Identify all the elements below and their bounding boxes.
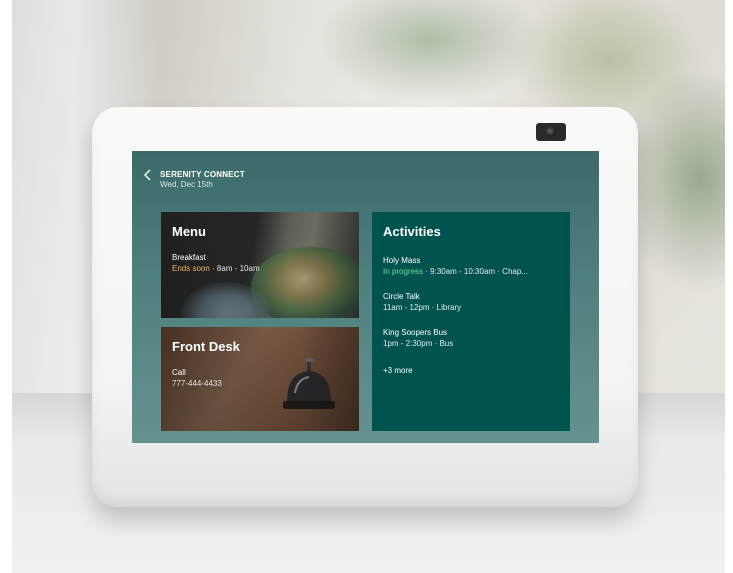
activity-time-place: · 9:30am - 10:30am · Chap... [423, 267, 528, 276]
front-desk-action: Call [172, 368, 186, 377]
front-desk-title: Front Desk [172, 339, 240, 354]
menu-time: · 8am - 10am [209, 264, 260, 273]
activity-item[interactable]: Holy Mass In progress · 9:30am - 10:30am… [383, 256, 528, 276]
activity-name: Holy Mass [383, 256, 421, 265]
activity-item[interactable]: Circle Talk 11am - 12pm · Library [383, 292, 461, 312]
menu-meal-detail: Ends soon · 8am - 10am [172, 264, 260, 273]
image-border-right [725, 0, 733, 573]
more-activities-link[interactable]: +3 more [383, 366, 413, 375]
back-chevron-icon[interactable] [144, 169, 154, 181]
activities-card[interactable]: Activities Holy Mass In progress · 9:30a… [372, 212, 570, 431]
menu-card[interactable]: Menu Breakfast Ends soon · 8am - 10am [161, 212, 359, 318]
menu-status: Ends soon [172, 264, 210, 273]
activity-detail: 11am - 12pm · Library [383, 303, 462, 312]
current-date: Wed, Dec 15th [160, 180, 213, 189]
front-desk-card[interactable]: Front Desk Call 777-444-4433 [161, 327, 359, 431]
camera-lens [546, 127, 556, 137]
camera-icon [536, 123, 566, 141]
activity-detail: 1pm - 2:30pm · Bus [383, 339, 454, 348]
smart-display-device: SERENITY CONNECT Wed, Dec 15th Menu Brea… [92, 107, 638, 513]
activity-status: In progress [383, 267, 424, 276]
activities-title: Activities [383, 224, 441, 239]
screen: SERENITY CONNECT Wed, Dec 15th Menu Brea… [132, 151, 599, 443]
activity-item[interactable]: King Soopers Bus 1pm - 2:30pm · Bus [383, 328, 453, 348]
front-desk-phone[interactable]: 777-444-4433 [172, 379, 222, 388]
activity-name: Circle Talk [383, 292, 420, 301]
activity-detail: In progress · 9:30am - 10:30am · Chap... [383, 267, 528, 276]
menu-title: Menu [172, 224, 206, 239]
menu-meal: Breakfast [172, 253, 206, 262]
activity-name: King Soopers Bus [383, 328, 448, 337]
app-title: SERENITY CONNECT [160, 170, 245, 179]
image-border-left [0, 0, 12, 573]
